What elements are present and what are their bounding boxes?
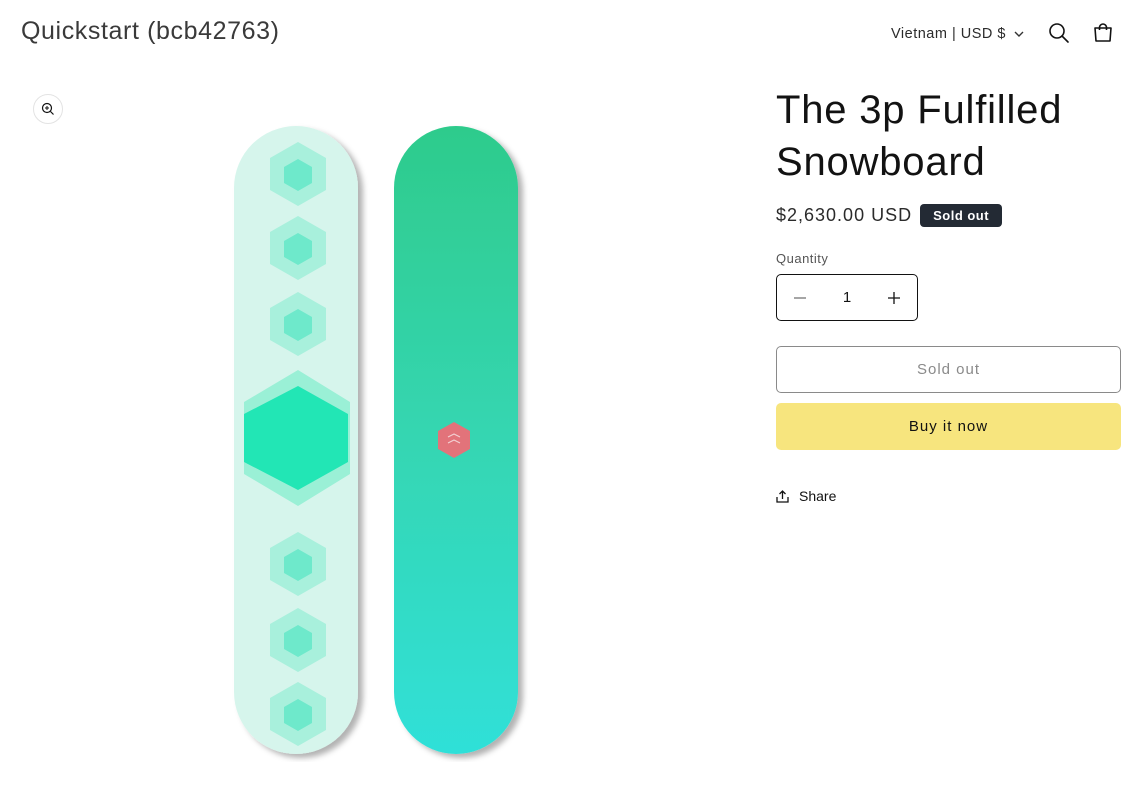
store-name-link[interactable]: Quickstart (bcb42763) bbox=[21, 17, 280, 46]
sold-out-button[interactable]: Sold out bbox=[776, 346, 1121, 393]
product-media-gallery bbox=[22, 86, 752, 776]
quantity-label: Quantity bbox=[776, 251, 829, 266]
cart-icon[interactable] bbox=[1091, 21, 1115, 45]
product-info: The 3p Fulfilled Snowboard $2,630.00 USD… bbox=[776, 84, 1122, 504]
country-currency-label: Vietnam | USD $ bbox=[891, 26, 1006, 42]
site-header: Quickstart (bcb42763) Vietnam | USD $ bbox=[0, 0, 1145, 66]
price-row: $2,630.00 USD Sold out bbox=[776, 204, 1122, 227]
snowboard-base bbox=[394, 126, 518, 754]
zoom-in-icon[interactable] bbox=[33, 94, 63, 124]
buy-it-now-button[interactable]: Buy it now bbox=[776, 403, 1121, 450]
product-price: $2,630.00 USD bbox=[776, 205, 913, 225]
product-image[interactable] bbox=[222, 122, 542, 762]
share-button[interactable]: Share bbox=[776, 488, 846, 504]
quantity-input[interactable] bbox=[824, 289, 870, 306]
product-title: The 3p Fulfilled Snowboard bbox=[776, 88, 1063, 184]
chevron-down-icon bbox=[1014, 31, 1024, 38]
share-label: Share bbox=[799, 488, 837, 504]
plus-icon[interactable] bbox=[871, 275, 917, 320]
share-icon bbox=[776, 489, 789, 503]
search-icon[interactable] bbox=[1047, 21, 1071, 45]
minus-icon[interactable] bbox=[777, 275, 823, 320]
country-currency-selector[interactable]: Vietnam | USD $ bbox=[891, 23, 1024, 45]
quantity-stepper bbox=[776, 274, 918, 321]
sold-out-badge: Sold out bbox=[920, 204, 1003, 227]
snowboard-top bbox=[234, 126, 358, 754]
